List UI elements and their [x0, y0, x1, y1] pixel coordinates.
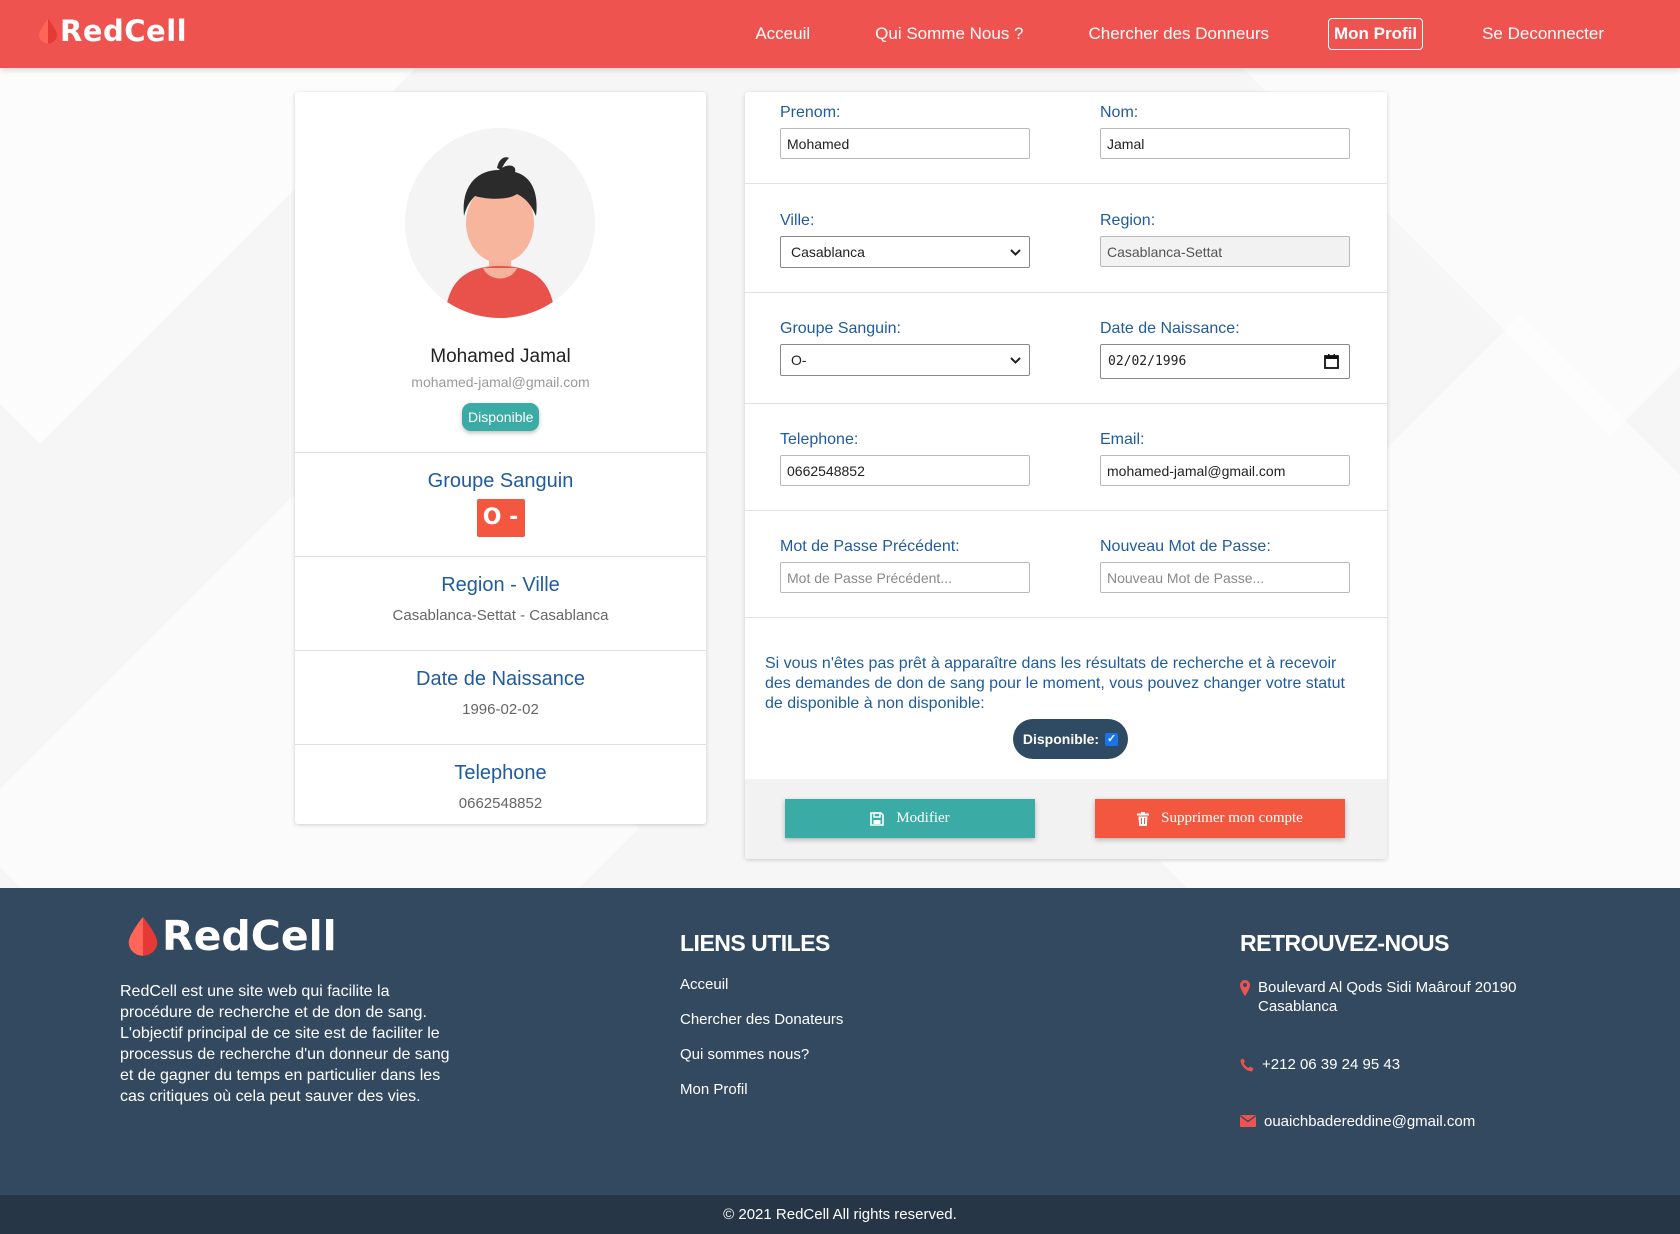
footer-link-chercher-donateurs[interactable]: Chercher des Donateurs: [680, 1011, 843, 1031]
user-avatar-icon: [405, 128, 595, 318]
blood-drop-icon: [39, 19, 57, 44]
profile-edit-form: Prenom: Mohamed Nom: Jamal Ville: Casabl…: [745, 92, 1387, 859]
modify-button[interactable]: Modifier: [785, 799, 1035, 838]
nav-link-mon-profil[interactable]: Mon Profil: [1327, 18, 1424, 50]
profile-name: Mohamed Jamal: [430, 346, 571, 367]
prenom-label: Prenom:: [780, 104, 841, 121]
phone-value: 0662548852: [458, 795, 543, 812]
footer-link-mon-profil[interactable]: Mon Profil: [680, 1081, 843, 1101]
footer-description: RedCell est une site web qui facilite la…: [120, 983, 450, 1105]
birth-date-input[interactable]: 02/02/1996: [1100, 344, 1350, 379]
birth-date-section: Date de Naissance 1996-02-02: [295, 650, 706, 744]
prenom-input[interactable]: Mohamed: [780, 128, 1030, 159]
contact-address: Boulevard Al Qods Sidi Maârouf 20190 Cas…: [1240, 978, 1530, 1016]
nom-input[interactable]: Jamal: [1100, 128, 1350, 159]
form-actions: Modifier Supprimer mon compte: [745, 779, 1387, 859]
blood-group-section: Groupe Sanguin O -: [295, 452, 706, 556]
form-row-password: Mot de Passe Précédent: Mot de Passe Pré…: [745, 511, 1387, 618]
footer-brand-name: RedCell: [162, 912, 337, 960]
footer-brand: RedCell: [124, 912, 337, 960]
brand-logo[interactable]: RedCell: [36, 14, 187, 48]
profile-email: mohamed-jamal@gmail.com: [411, 374, 590, 390]
region-section: Region - Ville Casablanca-Settat - Casab…: [295, 556, 706, 650]
telephone-label: Telephone:: [780, 431, 859, 448]
profile-summary-card: Mohamed Jamal mohamed-jamal@gmail.com Di…: [295, 92, 706, 824]
new-password-input[interactable]: Nouveau Mot de Passe...: [1100, 562, 1350, 593]
copyright-bar: © 2021 RedCell All rights reserved.: [0, 1195, 1680, 1234]
map-pin-icon: [1240, 980, 1250, 996]
nav-link-qui-somme-nous[interactable]: Qui Somme Nous ?: [869, 19, 1029, 49]
availability-info-text: Si vous n'êtes pas prêt à apparaître dan…: [765, 655, 1345, 712]
telephone-input[interactable]: 0662548852: [780, 455, 1030, 486]
phone-section: Telephone 0662548852: [295, 744, 706, 824]
email-label: Email:: [1100, 431, 1145, 448]
ville-select[interactable]: Casablanca: [780, 236, 1030, 268]
status-badge: Disponible: [462, 403, 540, 431]
blood-drop-icon: [128, 917, 158, 956]
new-password-label: Nouveau Mot de Passe:: [1100, 538, 1271, 555]
date-label: Date de Naissance:: [1100, 320, 1240, 337]
region-label: Region:: [1100, 212, 1156, 229]
chevron-down-icon: [1010, 248, 1021, 256]
old-password-label: Mot de Passe Précédent:: [780, 538, 960, 555]
useful-links-list: Acceuil Chercher des Donateurs Qui somme…: [680, 976, 843, 1116]
availability-toggle[interactable]: Disponible: ✓: [1013, 719, 1128, 759]
contact-email[interactable]: ouaichbadereddine@gmail.com: [1240, 1113, 1475, 1130]
brand-name: RedCell: [60, 14, 188, 48]
mail-icon: [1240, 1115, 1256, 1127]
footer-link-acceuil[interactable]: Acceuil: [680, 976, 843, 996]
blood-group-value: O -: [476, 499, 525, 537]
nav-links: Acceuil Qui Somme Nous ? Chercher des Do…: [696, 0, 1610, 68]
form-row-contact: Telephone: 0662548852 Email: mohamed-jam…: [745, 404, 1387, 511]
birth-date-title: Date de Naissance: [416, 668, 585, 690]
useful-links-title: LIENS UTILES: [680, 930, 830, 956]
avatar: [405, 128, 595, 318]
old-password-input[interactable]: Mot de Passe Précédent...: [780, 562, 1030, 593]
email-input[interactable]: mohamed-jamal@gmail.com: [1100, 455, 1350, 486]
trash-icon: [1137, 811, 1150, 826]
blood-group-title: Groupe Sanguin: [427, 470, 574, 492]
region-value: Casablanca-Settat - Casablanca: [392, 607, 609, 624]
contact-title: RETROUVEZ-NOUS: [1240, 930, 1449, 956]
availability-toggle-label: Disponible:: [1022, 731, 1100, 747]
ville-label: Ville:: [780, 212, 815, 229]
footer: RedCell RedCell est une site web qui fac…: [0, 888, 1680, 1195]
nom-label: Nom:: [1100, 104, 1139, 121]
calendar-icon[interactable]: [1324, 354, 1339, 369]
nav-link-se-deconnecter[interactable]: Se Deconnecter: [1476, 19, 1610, 49]
contact-phone: +212 06 39 24 95 43: [1240, 1056, 1400, 1073]
groupe-label: Groupe Sanguin:: [780, 320, 901, 337]
nav-link-acceuil[interactable]: Acceuil: [749, 19, 816, 49]
region-title: Region - Ville: [441, 574, 560, 596]
region-input: Casablanca-Settat: [1100, 236, 1350, 267]
groupe-select[interactable]: O-: [780, 344, 1030, 376]
checkbox-icon[interactable]: ✓: [1105, 732, 1119, 746]
delete-account-button[interactable]: Supprimer mon compte: [1095, 799, 1345, 838]
form-row-location: Ville: Casablanca Region: Casablanca-Set…: [745, 184, 1387, 293]
form-row-blood-birth: Groupe Sanguin: O- Date de Naissance: 02…: [745, 293, 1387, 404]
birth-date-value: 1996-02-02: [462, 701, 539, 718]
form-row-name: Prenom: Mohamed Nom: Jamal: [745, 92, 1387, 184]
footer-link-qui-sommes-nous[interactable]: Qui sommes nous?: [680, 1046, 843, 1066]
top-navbar: RedCell Acceuil Qui Somme Nous ? Cherche…: [0, 0, 1680, 68]
save-icon: [870, 811, 885, 826]
phone-title: Telephone: [454, 762, 547, 784]
phone-icon: [1240, 1058, 1254, 1072]
chevron-down-icon: [1010, 356, 1021, 364]
nav-link-chercher-donneurs[interactable]: Chercher des Donneurs: [1083, 19, 1275, 49]
